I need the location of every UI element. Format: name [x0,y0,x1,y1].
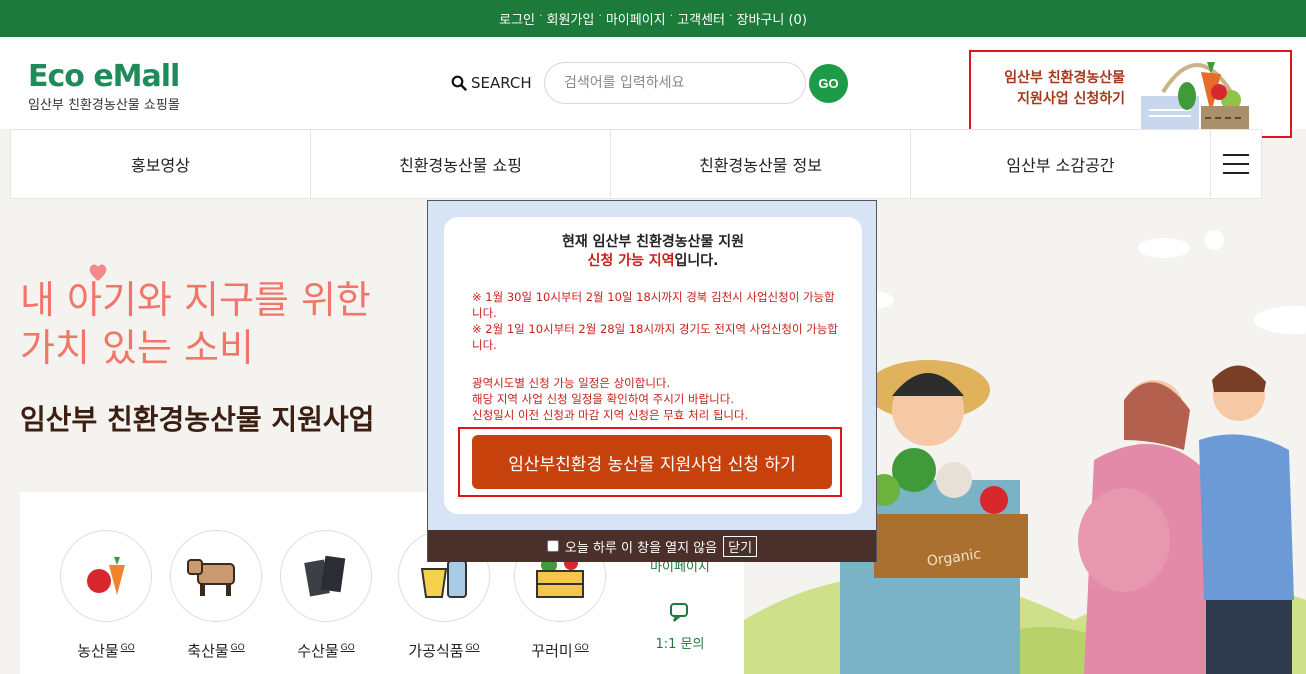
popup-info: 광역시도별 신청 가능 일정은 상이합니다. 해당 지역 사업 신청 일정을 확… [472,375,842,423]
main-nav: 홍보영상 친환경농산물 쇼핑 친환경농산물 정보 임산부 소감공간 [10,129,1262,199]
popup-info-line: 신청일시 이전 신청과 마감 지역 신청은 무효 처리 됩니다. [472,408,749,422]
signup-link[interactable]: 회원가입 [547,9,595,28]
search-label-text: SEARCH [471,74,532,92]
apply-program-button[interactable]: 임산부친환경 농산물 지원사업 신청 하기 [472,435,832,489]
category-seafood[interactable]: 수산물 GO [280,530,372,661]
quick-links: 마이페이지 1:1 문의 [640,556,720,652]
category-livestock[interactable]: 축산물 GO [170,530,262,661]
nav-eco-shopping[interactable]: 친환경농산물 쇼핑 [310,130,610,198]
seaweed-icon [304,555,346,597]
category-produce[interactable]: 농산물 GO [60,530,152,661]
nav-review-space[interactable]: 임산부 소감공간 [910,130,1210,198]
site-logo[interactable]: Eco eMall 임산부 친환경농산물 쇼핑몰 [28,59,180,113]
popup-info-line: 해당 지역 사업 신청 일정을 확인하여 주시기 바랍니다. [472,392,735,406]
popup-title-rest: 입니다. [674,253,719,269]
dont-show-today-label[interactable]: 오늘 하루 이 창을 열지 않음 [565,537,717,556]
login-link[interactable]: 로그인 [499,9,535,28]
chat-icon [670,603,688,622]
vegetable-basket-icon [1141,62,1249,130]
separator: · [669,9,674,22]
category-label: 농산물 GO [77,642,135,660]
popup-close-button[interactable]: 닫기 [723,535,758,557]
customer-center-link[interactable]: 고객센터 [677,9,725,28]
hero-slogan: 내 아기와 지구를 위한 가치 있는 소비 [20,276,371,372]
separator: · [598,9,602,22]
apple-carrot-icon [87,557,125,595]
popup-note: ※ 1월 30일 10시부터 2월 10일 18시까지 경북 김천시 사업신청이… [472,290,835,320]
logo-subtitle: 임산부 친환경농산물 쇼핑몰 [28,98,180,113]
hamburger-icon [1223,154,1249,174]
popup-title-line2: 신청 가능 지역입니다. [444,252,862,271]
cart-link[interactable]: 장바구니 (0) [737,9,807,28]
utility-links: 로그인 · 회원가입 · 마이페이지 · 고객센터 · 장바구니 (0) [499,9,807,28]
separator: · [729,9,733,22]
separator: · [539,9,543,22]
apply-banner-text: 임산부 친환경농산물 지원사업 신청하기 [991,68,1125,110]
slogan-line1: 내 아기와 지구를 위한 [20,278,371,322]
category-label: 수산물 GO [297,642,355,660]
popup-note: ※ 2월 1일 10시부터 2월 28일 18시까지 경기도 전지역 사업신청이… [472,322,838,352]
apply-button-highlight: 임산부친환경 농산물 지원사업 신청 하기 [458,427,842,497]
search-label: SEARCH [451,74,532,92]
mypage-link[interactable]: 마이페이지 [606,9,666,28]
cow-icon [187,559,235,596]
apply-banner[interactable]: 임산부 친환경농산물 지원사업 신청하기 [969,50,1292,138]
apply-banner-line2: 지원사업 신청하기 [1017,91,1125,107]
slogan-line2: 가치 있는 소비 [20,326,254,370]
search-icon [451,75,467,91]
top-utility-bar: 로그인 · 회원가입 · 마이페이지 · 고객센터 · 장바구니 (0) [0,0,1306,37]
header: Eco eMall 임산부 친환경농산물 쇼핑몰 SEARCH GO 임산부 친… [0,37,1306,138]
popup-title: 현재 임산부 친환경농산물 지원 신청 가능 지역입니다. [444,233,862,271]
popup-title-highlight: 신청 가능 지역 [587,253,675,269]
search-input[interactable] [544,62,806,104]
search-go-button[interactable]: GO [809,64,848,103]
popup-card: 현재 임산부 친환경농산물 지원 신청 가능 지역입니다. ※ 1월 30일 1… [444,217,862,514]
category-label: 축산물 GO [187,642,245,660]
popup-title-line1: 현재 임산부 친환경농산물 지원 [561,234,745,250]
inquiry-quick-link[interactable]: 1:1 문의 [640,633,720,652]
category-circle [170,530,262,622]
logo-brand: Eco eMall [28,59,180,94]
popup-footer: 오늘 하루 이 창을 열지 않음 닫기 [428,530,876,562]
dont-show-today-checkbox[interactable] [546,540,559,552]
popup-schedule-notes: ※ 1월 30일 10시부터 2월 10일 18시까지 경북 김천시 사업신청이… [472,289,842,353]
popup-info-line: 광역시도별 신청 가능 일정은 상이합니다. [472,376,671,390]
category-circle [280,530,372,622]
apply-banner-line1: 임산부 친환경농산물 [1004,70,1125,86]
notice-popup: 현재 임산부 친환경농산물 지원 신청 가능 지역입니다. ※ 1월 30일 1… [427,200,877,562]
menu-button[interactable] [1210,130,1262,198]
project-title: 임산부 친환경농산물 지원사업 [20,403,375,436]
category-label: 꾸러미 GO [531,642,589,660]
nav-promo-video[interactable]: 홍보영상 [10,130,310,198]
nav-eco-info[interactable]: 친환경농산물 정보 [610,130,910,198]
category-label: 가공식품 GO [408,642,480,660]
category-circle [60,530,152,622]
